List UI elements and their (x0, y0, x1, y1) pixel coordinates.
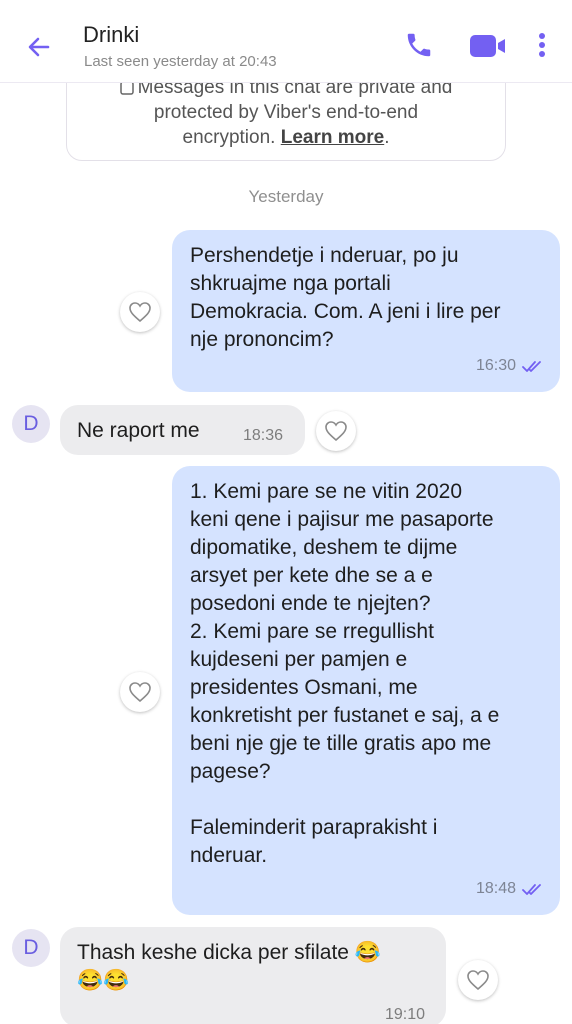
back-button[interactable] (22, 30, 56, 64)
more-vertical-icon (539, 33, 545, 57)
message-bubble-outgoing[interactable]: 1. Kemi pare se ne vitin 2020 keni qene … (172, 466, 560, 915)
message-bubble-outgoing[interactable]: Pershendetje i nderuar, po ju shkruajme … (172, 230, 560, 392)
chat-screen: Drinki Last seen yesterday at 20:43 Mess… (0, 0, 572, 1024)
last-seen-status: Last seen yesterday at 20:43 (84, 53, 277, 70)
learn-more-link[interactable]: Learn more (281, 127, 384, 148)
arrow-left-icon (28, 37, 50, 57)
message-text: Thash keshe dicka per sfilate 😂 😂😂 (77, 941, 381, 992)
message-bubble-incoming[interactable]: Thash keshe dicka per sfilate 😂 😂😂 19:10 (60, 927, 446, 1024)
like-button[interactable] (458, 960, 498, 1000)
phone-icon (407, 33, 431, 57)
chat-title[interactable]: Drinki (83, 22, 139, 48)
like-button[interactable] (120, 292, 160, 332)
video-camera-icon (470, 35, 505, 57)
message-time: 18:48 (475, 880, 516, 897)
message-time: 19:10 (385, 1006, 426, 1023)
encryption-line-3: encryption. Learn more. (182, 127, 390, 148)
like-button[interactable] (120, 672, 160, 712)
call-button[interactable] (404, 30, 434, 60)
heart-icon (467, 970, 489, 991)
message-meta: 18:48 (476, 875, 544, 903)
message-text: Pershendetje i nderuar, po ju shkruajme … (190, 244, 501, 351)
lock-icon (119, 81, 134, 95)
heart-icon (325, 421, 347, 442)
message-time: 16:30 (475, 357, 516, 374)
encryption-line-2: protected by Viber's end-to-end (153, 102, 419, 123)
message-bubble-incoming[interactable]: Ne raport me 18:36 (60, 405, 305, 455)
like-button[interactable] (316, 411, 356, 451)
avatar[interactable]: D (12, 929, 50, 967)
chat-header: Drinki Last seen yesterday at 20:43 (0, 0, 572, 83)
heart-icon (129, 682, 151, 703)
double-check-icon (522, 361, 541, 372)
message-time: 18:36 (243, 427, 284, 444)
message-meta: 16:30 (476, 352, 544, 380)
date-separator: Yesterday (248, 187, 324, 206)
message-text: Ne raport me (77, 419, 200, 442)
video-call-button[interactable] (468, 33, 508, 59)
more-options-button[interactable] (532, 30, 552, 60)
message-text: 1. Kemi pare se ne vitin 2020 keni qene … (190, 480, 500, 867)
avatar[interactable]: D (12, 405, 50, 443)
status-bar (0, 0, 572, 8)
heart-icon (129, 302, 151, 323)
double-check-icon (522, 884, 541, 895)
